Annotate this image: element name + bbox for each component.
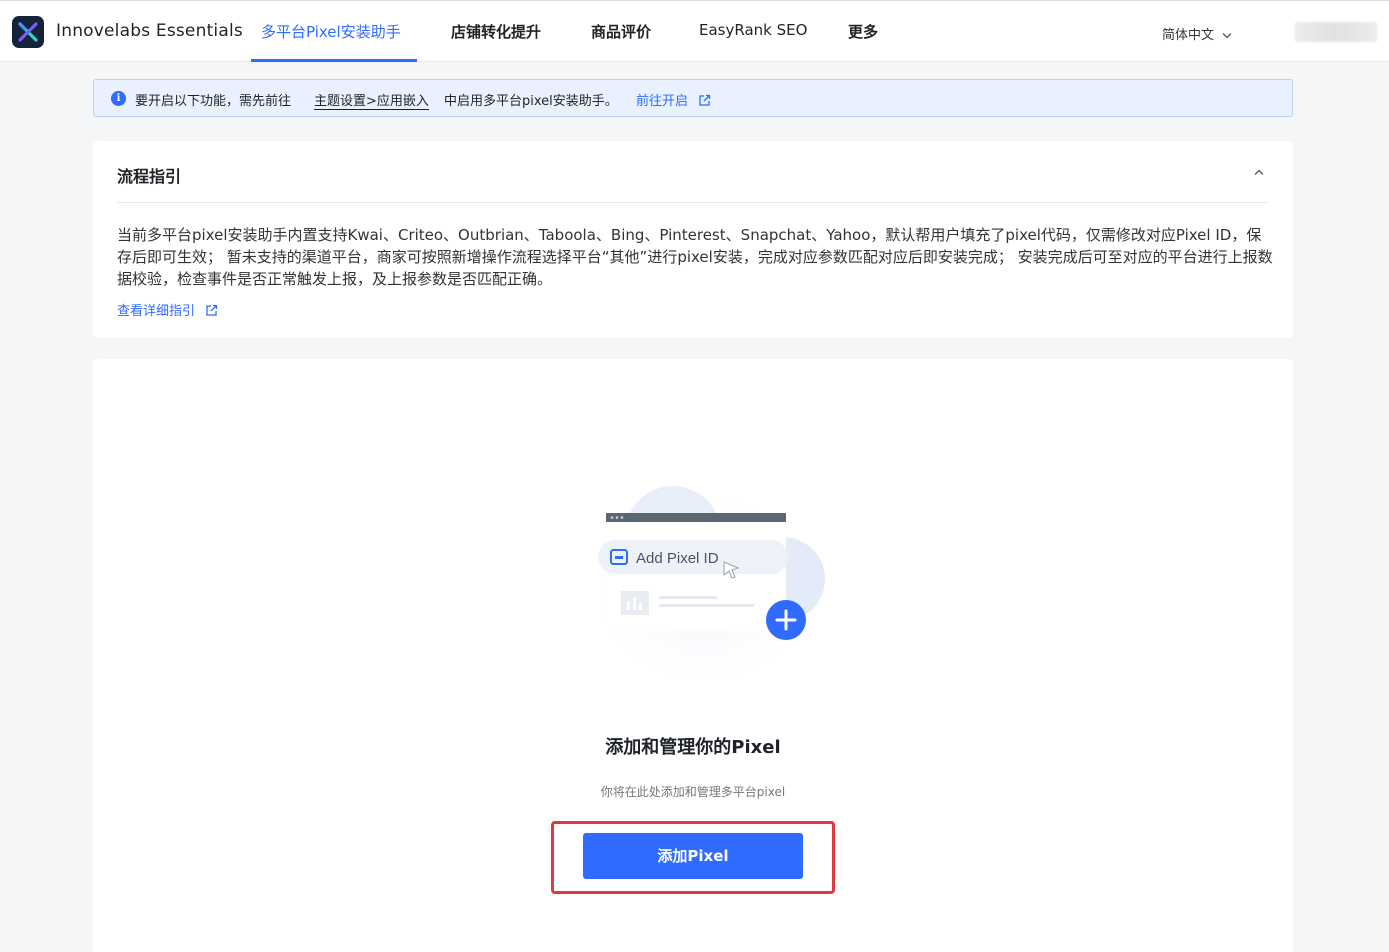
chevron-down-icon bbox=[1222, 28, 1232, 43]
external-link-icon bbox=[698, 94, 711, 111]
tab-pixel-assistant[interactable]: 多平台Pixel安装助手 bbox=[261, 21, 401, 42]
banner-settings-path-link[interactable]: 主题设置>应用嵌入 bbox=[314, 90, 429, 110]
info-banner: i 要开启以下功能，需先前往 主题设置>应用嵌入 中启用多平台pixel安装助手… bbox=[93, 79, 1293, 117]
tab-easyrank-seo[interactable]: EasyRank SEO bbox=[699, 21, 807, 39]
x-logo-icon[interactable] bbox=[12, 16, 44, 48]
account-avatar[interactable] bbox=[1295, 22, 1377, 42]
chevron-up-icon[interactable] bbox=[1254, 165, 1264, 179]
banner-text-after: 中启用多平台pixel安装助手。 bbox=[444, 94, 618, 109]
divider bbox=[117, 202, 1269, 203]
pixel-list-card: Add Pixel ID 添加和管理你的Pixel 你将在此处添加和管理多平台p… bbox=[93, 359, 1293, 952]
guide-description: 当前多平台pixel安装助手内置支持Kwai、Criteo、Outbrian、T… bbox=[117, 226, 1273, 288]
language-label: 简体中文 bbox=[1162, 28, 1215, 43]
process-guide-card: 流程指引 当前多平台pixel安装助手内置支持Kwai、Criteo、Outbr… bbox=[93, 141, 1293, 338]
active-tab-indicator bbox=[251, 59, 417, 62]
info-icon: i bbox=[111, 91, 126, 106]
enable-now-label: 前往开启 bbox=[636, 94, 689, 109]
add-pixel-illustration: Add Pixel ID bbox=[583, 484, 825, 694]
enable-now-link[interactable]: 前往开启 bbox=[636, 90, 711, 111]
illustration-label: Add Pixel ID bbox=[636, 550, 719, 567]
tab-store-conversion[interactable]: 店铺转化提升 bbox=[451, 21, 541, 42]
app-name: Innovelabs Essentials bbox=[56, 21, 243, 41]
detailed-guide-label: 查看详细指引 bbox=[117, 304, 196, 319]
add-pixel-button[interactable]: 添加Pixel bbox=[583, 833, 803, 879]
top-navigation: Innovelabs Essentials 多平台Pixel安装助手 店铺转化提… bbox=[0, 0, 1389, 62]
detailed-guide-link[interactable]: 查看详细指引 bbox=[117, 300, 218, 321]
tab-product-reviews[interactable]: 商品评价 bbox=[591, 21, 651, 42]
empty-state-heading: 添加和管理你的Pixel bbox=[605, 737, 781, 758]
tab-more[interactable]: 更多 bbox=[848, 21, 878, 42]
external-link-icon bbox=[205, 304, 218, 321]
empty-state-subtext: 你将在此处添加和管理多平台pixel bbox=[600, 785, 786, 799]
banner-text-before: 要开启以下功能，需先前往 bbox=[135, 94, 292, 109]
language-selector[interactable]: 简体中文 bbox=[1162, 24, 1232, 43]
guide-title: 流程指引 bbox=[117, 167, 182, 186]
